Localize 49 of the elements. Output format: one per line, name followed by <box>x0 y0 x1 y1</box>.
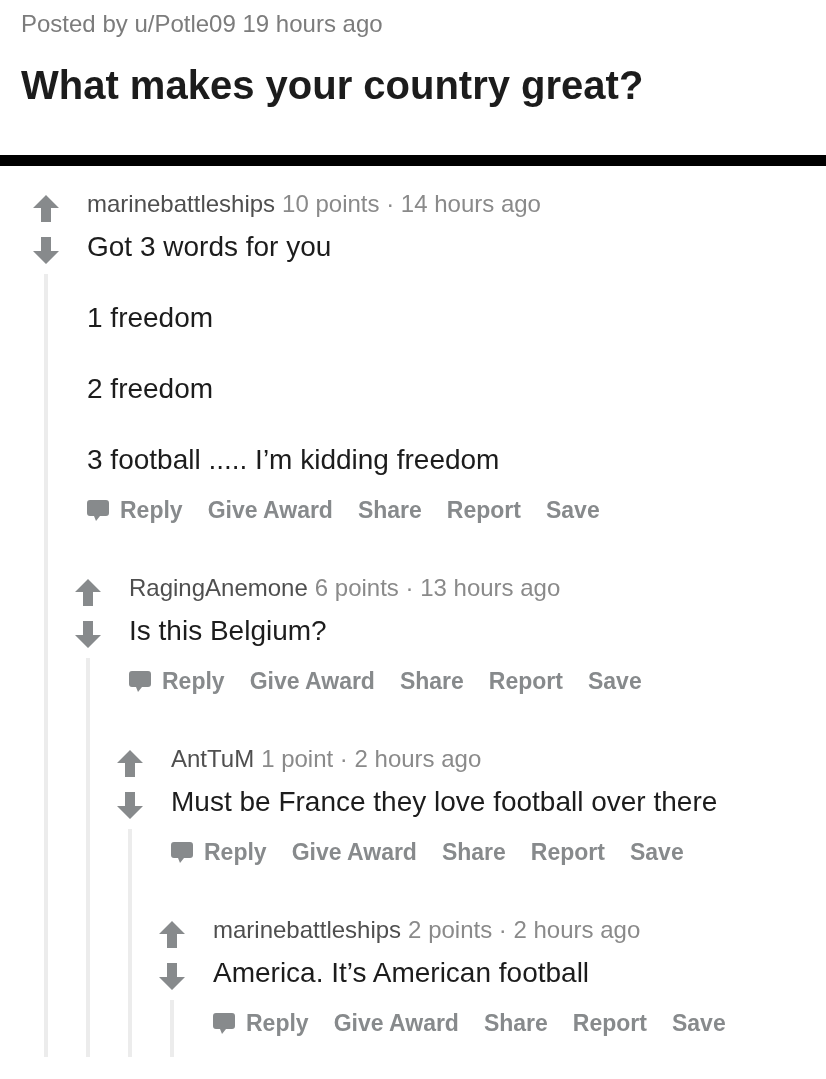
share-button[interactable]: Share <box>357 492 422 528</box>
speech-bubble-icon <box>87 499 109 521</box>
up-arrow-icon[interactable] <box>117 750 143 777</box>
save-button[interactable]: Save <box>672 1005 726 1041</box>
give-award-button[interactable]: Give Award <box>207 492 333 528</box>
share-button[interactable]: Share <box>441 834 506 870</box>
give-award-button[interactable]: Give Award <box>249 663 375 699</box>
down-arrow-icon[interactable] <box>33 237 59 264</box>
speech-bubble-icon <box>129 670 151 692</box>
save-button[interactable]: Save <box>546 492 600 528</box>
report-button[interactable]: Report <box>530 834 605 870</box>
report-button[interactable]: Report <box>488 663 563 699</box>
username-link[interactable]: AntTuM <box>171 744 255 774</box>
give-award-button[interactable]: Give Award <box>291 834 417 870</box>
username-link[interactable]: RagingAnemone <box>129 573 308 603</box>
save-button[interactable]: Save <box>630 834 684 870</box>
comment-meta: 2 points · 2 hours ago <box>408 915 641 945</box>
username-link[interactable]: marinebattleships <box>87 189 276 219</box>
comment-text: 3 football ..... I’m kidding freedom <box>87 443 500 477</box>
comment-text: America. It’s American football <box>213 956 590 990</box>
comment-text: Got 3 words for you <box>87 230 332 264</box>
comment-meta: 10 points · 14 hours ago <box>282 189 541 219</box>
share-button[interactable]: Share <box>483 1005 548 1041</box>
down-arrow-icon[interactable] <box>117 792 143 819</box>
down-arrow-icon[interactable] <box>75 621 101 648</box>
comment-text: Is this Belgium? <box>129 614 327 648</box>
reply-button[interactable]: Reply <box>129 663 225 699</box>
report-button[interactable]: Report <box>446 492 521 528</box>
speech-bubble-icon <box>213 1012 235 1034</box>
comment-meta: 1 point · 2 hours ago <box>261 744 482 774</box>
reply-button[interactable]: Reply <box>171 834 267 870</box>
report-button[interactable]: Report <box>572 1005 647 1041</box>
up-arrow-icon[interactable] <box>33 195 59 222</box>
speech-bubble-icon <box>171 841 193 863</box>
post-title: What makes your country great? <box>21 62 644 108</box>
username-link[interactable]: marinebattleships <box>213 915 402 945</box>
share-button[interactable]: Share <box>399 663 464 699</box>
reply-button[interactable]: Reply <box>87 492 183 528</box>
comment-meta: 6 points · 13 hours ago <box>314 573 561 603</box>
comment-text: 2 freedom <box>87 372 214 406</box>
post-meta: Posted by u/Potle09 19 hours ago <box>21 9 383 39</box>
save-button[interactable]: Save <box>588 663 642 699</box>
reply-button[interactable]: Reply <box>213 1005 309 1041</box>
up-arrow-icon[interactable] <box>75 579 101 606</box>
up-arrow-icon[interactable] <box>159 921 185 948</box>
give-award-button[interactable]: Give Award <box>333 1005 459 1041</box>
down-arrow-icon[interactable] <box>159 963 185 990</box>
comment-text: Must be France they love football over there <box>171 785 718 819</box>
comment-text: 1 freedom <box>87 301 214 335</box>
